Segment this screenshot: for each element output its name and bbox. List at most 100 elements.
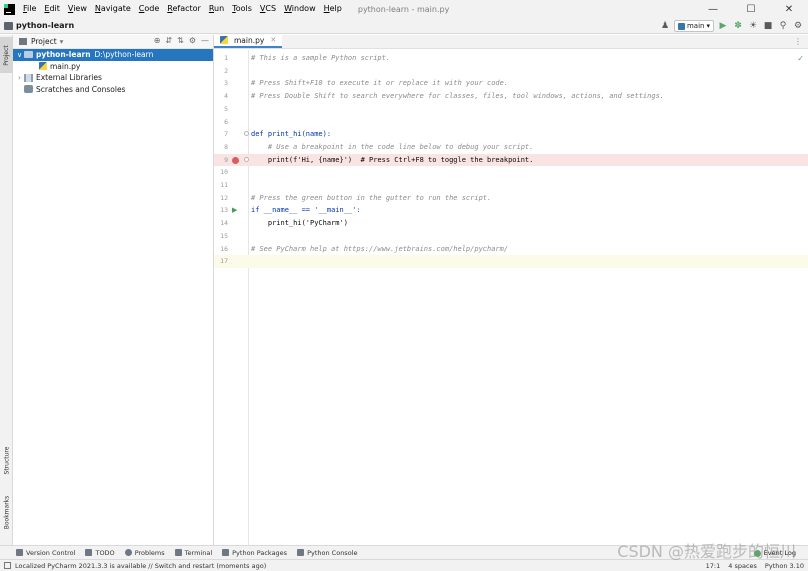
chevron-down-icon[interactable]: ∨: [15, 51, 24, 59]
indent-setting[interactable]: 4 spaces: [728, 562, 757, 570]
code-line[interactable]: # This is a sample Python script.: [249, 52, 808, 65]
breadcrumb-project[interactable]: python-learn: [16, 21, 74, 30]
gutter-line[interactable]: 7: [214, 128, 249, 141]
gutter-line[interactable]: 10: [214, 166, 249, 179]
gutter-line[interactable]: 13 ▶: [214, 204, 249, 217]
tree-item-external-libraries[interactable]: › External Libraries: [13, 72, 213, 84]
user-icon[interactable]: ♟: [659, 20, 671, 32]
close-icon[interactable]: ✕: [270, 36, 276, 44]
gutter-line-current[interactable]: 17: [214, 255, 249, 268]
project-tool-tab[interactable]: Project: [0, 37, 13, 73]
code-line[interactable]: if __name__ == '__main__':: [249, 204, 808, 217]
code-line[interactable]: [249, 166, 808, 179]
code-line[interactable]: [249, 65, 808, 78]
debug-icon[interactable]: ✽: [732, 20, 744, 32]
menu-code[interactable]: Code: [135, 0, 164, 18]
tab-terminal[interactable]: Terminal: [174, 549, 212, 557]
gutter-line[interactable]: 8: [214, 141, 249, 154]
gutter-line[interactable]: 1: [214, 52, 249, 65]
code-line-breakpoint[interactable]: print(f'Hi, {name}') # Press Ctrl+F8 to …: [249, 153, 808, 167]
minimize-button[interactable]: —: [694, 0, 732, 18]
structure-tool-tab[interactable]: Structure: [0, 440, 13, 480]
menu-view[interactable]: View: [64, 0, 91, 18]
editor-tab-main-py[interactable]: main.py ✕: [214, 34, 283, 48]
menu-vcs[interactable]: VCS: [256, 0, 280, 18]
status-toggle-icon[interactable]: [4, 562, 11, 569]
menu-tools[interactable]: Tools: [228, 0, 256, 18]
code-line[interactable]: # Press the green button in the gutter t…: [249, 192, 808, 205]
collapse-all-icon[interactable]: ⇅: [177, 36, 184, 45]
breakpoint-icon[interactable]: [232, 156, 239, 164]
tab-problems[interactable]: Problems: [124, 549, 165, 557]
tab-python-packages[interactable]: Python Packages: [222, 549, 287, 557]
hide-icon[interactable]: —: [201, 36, 209, 45]
gutter-line[interactable]: 15: [214, 230, 249, 243]
tab-python-console[interactable]: Python Console: [297, 549, 357, 557]
gutter-line-breakpoint[interactable]: 9: [214, 153, 249, 167]
status-message[interactable]: Localized PyCharm 2021.3.3 is available …: [15, 562, 266, 570]
tab-version-control[interactable]: Version Control: [16, 549, 75, 557]
locate-icon[interactable]: ⊕: [154, 36, 161, 45]
settings-icon[interactable]: ⚙: [792, 20, 804, 32]
code-line[interactable]: # See PyCharm help at https://www.jetbra…: [249, 243, 808, 256]
code-line[interactable]: [249, 179, 808, 192]
chevron-right-icon[interactable]: ›: [15, 74, 24, 82]
gutter-line[interactable]: 6: [214, 116, 249, 129]
menu-edit[interactable]: Edit: [40, 0, 64, 18]
code-line[interactable]: def print_hi(name):: [249, 128, 808, 141]
search-icon[interactable]: ⚲: [777, 20, 789, 32]
caret-position[interactable]: 17:1: [706, 562, 721, 570]
more-vertical-icon[interactable]: ⋮: [794, 37, 802, 46]
tab-todo[interactable]: TODO: [85, 549, 115, 557]
inspection-ok-icon[interactable]: ✓: [797, 54, 804, 63]
line-number: 15: [220, 231, 228, 240]
run-config-selector[interactable]: main ▾: [673, 20, 714, 32]
gutter-line[interactable]: 5: [214, 103, 249, 116]
gutter-line[interactable]: 14: [214, 217, 249, 230]
line-number: 9: [224, 155, 228, 164]
run-icon[interactable]: ▶: [717, 20, 729, 32]
code-line[interactable]: # Press Shift+F10 to execute it or repla…: [249, 77, 808, 90]
gutter-line[interactable]: 12: [214, 192, 249, 205]
project-panel-title[interactable]: Project: [31, 37, 57, 46]
gutter-line[interactable]: 11: [214, 179, 249, 192]
menu-run[interactable]: Run: [205, 0, 228, 18]
code-line[interactable]: print_hi('PyCharm'): [249, 217, 808, 230]
menu-refactor[interactable]: Refactor: [163, 0, 205, 18]
python-interpreter[interactable]: Python 3.10: [765, 562, 804, 570]
gutter-line[interactable]: 2: [214, 65, 249, 78]
editor-gutter: 1 2 3 4 5 6 7 8 9 10 11 12 13 ▶ 14 15 16 …: [214, 50, 249, 545]
code-line[interactable]: # Use a breakpoint in the code line belo…: [249, 141, 808, 154]
editor-tab-bar: main.py ✕ ⋮: [214, 34, 808, 49]
expand-all-icon[interactable]: ⇵: [165, 36, 172, 45]
bookmarks-tool-tab[interactable]: Bookmarks: [0, 490, 13, 534]
code-line[interactable]: # Press Double Shift to search everywher…: [249, 90, 808, 103]
line-number: 1: [224, 54, 228, 62]
stop-icon[interactable]: ■: [762, 20, 774, 32]
maximize-button[interactable]: ☐: [732, 0, 770, 18]
gear-icon[interactable]: ⚙: [189, 36, 196, 45]
gutter-line[interactable]: 3: [214, 77, 249, 90]
code-line[interactable]: [249, 116, 808, 129]
chevron-down-icon[interactable]: ▾: [60, 37, 64, 46]
code-line[interactable]: [249, 230, 808, 243]
tree-item-project-root[interactable]: ∨ python-learn D:\python-learn: [13, 49, 213, 61]
tree-item-scratches[interactable]: Scratches and Consoles: [13, 84, 213, 96]
gutter-line[interactable]: 4: [214, 90, 249, 103]
code-line-current[interactable]: [249, 255, 808, 268]
project-panel-tools: ⊕ ⇵ ⇅ ⚙ —: [154, 36, 209, 45]
tree-item-main-py[interactable]: main.py: [13, 61, 213, 73]
code-area[interactable]: # This is a sample Python script. ✓ # Pr…: [249, 50, 808, 545]
run-icon[interactable]: ▶: [232, 206, 237, 214]
coverage-icon[interactable]: ☀: [747, 20, 759, 32]
tree-item-label: External Libraries: [36, 73, 102, 83]
gutter-line[interactable]: 16: [214, 243, 249, 256]
menu-navigate[interactable]: Navigate: [91, 0, 135, 18]
menu-window[interactable]: Window: [280, 0, 320, 18]
tree-item-path: D:\python-learn: [94, 50, 154, 60]
code-line[interactable]: [249, 103, 808, 116]
line-number: 11: [220, 181, 228, 189]
menu-file[interactable]: File: [19, 0, 40, 18]
menu-help[interactable]: Help: [320, 0, 346, 18]
close-button[interactable]: ✕: [770, 0, 808, 18]
